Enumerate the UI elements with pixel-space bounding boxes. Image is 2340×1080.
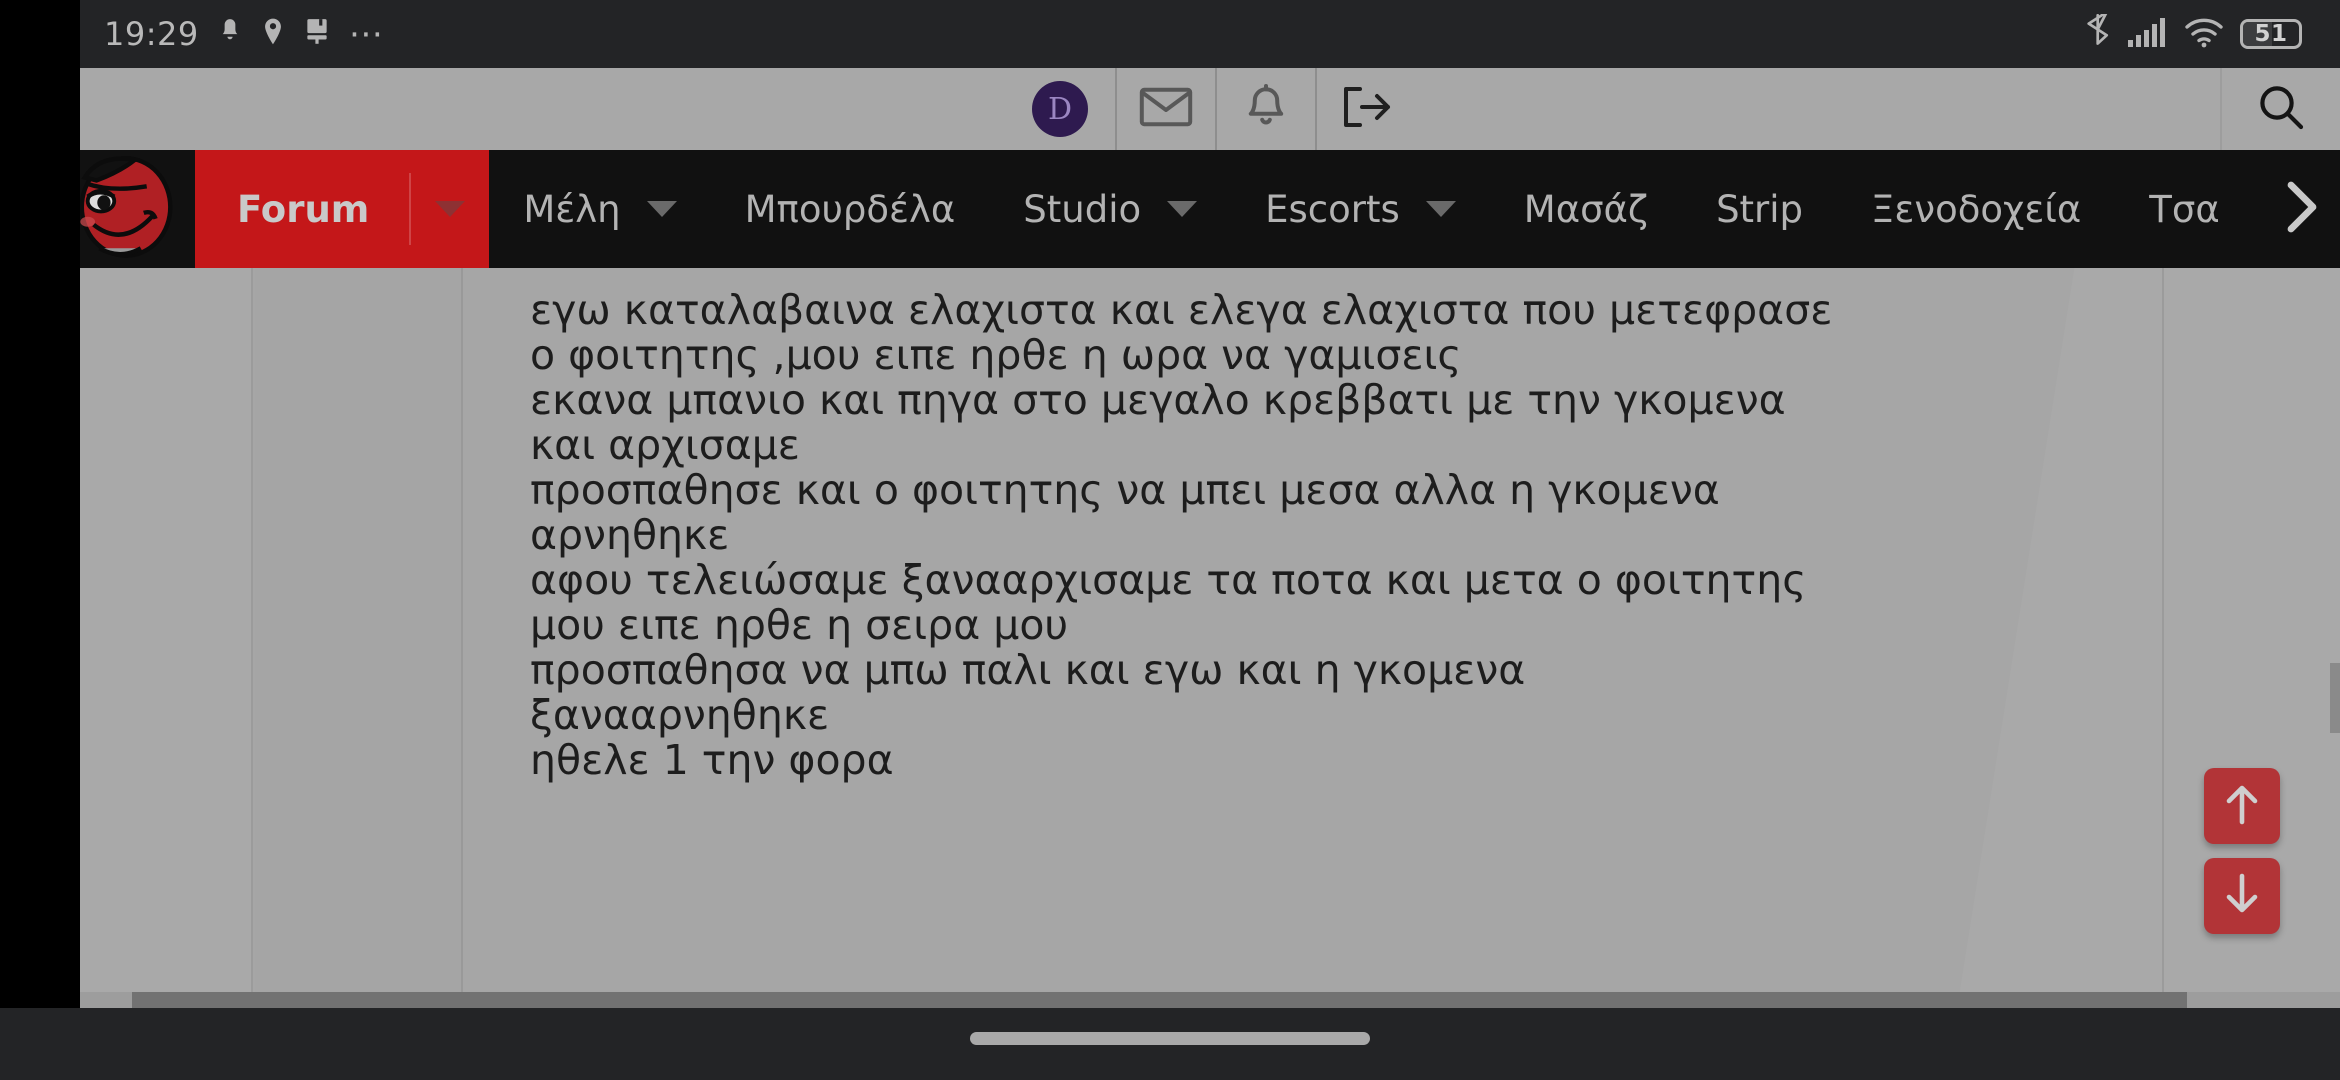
post-line: ο φοιτητης ,μου ειπε ηρθε η ωρα να γαμισ… (530, 331, 1462, 379)
post-text-block: εγω καταλαβαινα ελαχιστα και ελεγα ελαχι… (530, 288, 2130, 783)
cellular-signal-icon (2128, 16, 2168, 52)
inbox-button[interactable] (1115, 68, 1215, 150)
avatar-initial: D (1047, 91, 1073, 127)
nav-item-meli[interactable]: Μέλη (489, 150, 710, 268)
site-user-bar: D (80, 68, 2340, 150)
bell-icon (217, 17, 243, 51)
arrow-down-icon (2222, 872, 2262, 920)
horizontal-scrollbar[interactable] (80, 992, 2340, 1008)
nav-item-bourdela[interactable]: Μπουρδέλα (711, 150, 990, 268)
status-bar-left-group: 19:29 ⋯ (104, 0, 386, 68)
nav-item-label: Forum (237, 187, 370, 231)
nav-item-forum[interactable]: Forum (195, 150, 490, 268)
logout-icon (1340, 85, 1392, 133)
nav-dropdown-toggle[interactable] (411, 201, 489, 217)
nav-item-label: Μπουρδέλα (744, 187, 956, 231)
user-bar-icon-group: D (1005, 68, 1415, 150)
scroll-to-top-button[interactable] (2204, 768, 2280, 844)
home-gesture-pill[interactable] (970, 1032, 1370, 1045)
status-bar-clock: 19:29 (104, 15, 199, 53)
arrow-up-icon (2222, 782, 2262, 830)
post-line: ξανααρνηθηκε (530, 691, 830, 739)
android-status-bar: 19:29 ⋯ 51 (0, 0, 2340, 68)
nav-item-label: Studio (1023, 187, 1142, 231)
browser-viewport: D Forum Μέλη Μπουρδέλα Studio Escorts Μα… (80, 68, 2340, 1008)
chevron-down-icon (1425, 201, 1456, 217)
chevron-down-icon (1167, 201, 1198, 217)
screenshot-icon (303, 17, 331, 51)
search-button[interactable] (2220, 68, 2340, 150)
nav-scroll-right-button[interactable] (2262, 150, 2340, 268)
post-body: εγω καταλαβαινα ελαχιστα και ελεγα ελαχι… (465, 268, 2160, 1008)
avatar: D (1032, 81, 1088, 137)
chevron-down-icon (646, 201, 677, 217)
bluetooth-icon (2086, 10, 2112, 54)
nav-item-label: Strip (1716, 187, 1804, 231)
chevron-right-icon (2281, 179, 2321, 239)
post-line: μου ειπε ηρθε η σειρα μου (530, 601, 1069, 649)
android-gesture-nav-bar (0, 1008, 2340, 1080)
scroll-to-bottom-button[interactable] (2204, 858, 2280, 934)
avatar-button[interactable]: D (1005, 68, 1115, 150)
battery-icon: 51 (2240, 19, 2302, 49)
nav-item-tsa[interactable]: Τσα (2115, 150, 2253, 268)
location-pin-icon (261, 17, 285, 51)
post-line: αρνηθηκε (530, 511, 730, 559)
nav-item-strip[interactable]: Strip (1682, 150, 1837, 268)
post-line: εκανα μπανιο και πηγα στο μεγαλο κρεββατ… (530, 376, 1786, 424)
battery-percent: 51 (2254, 21, 2288, 47)
nav-item-masaz[interactable]: Μασάζ (1490, 150, 1682, 268)
chevron-down-icon (435, 201, 466, 217)
site-logo[interactable] (80, 150, 195, 268)
status-bar-left-gutter (0, 0, 80, 68)
status-bar-right-group: 51 (2086, 0, 2302, 68)
wifi-icon (2184, 16, 2224, 52)
page-content: εγω καταλαβαινα ελαχιστα και ελεγα ελαχι… (80, 268, 2340, 1008)
post-line: και αρχισαμε (530, 421, 800, 469)
device-screen: 19:29 ⋯ 51 D Forum Μέλη Μπουρδέλα Studio… (0, 0, 2340, 1080)
mail-icon (1139, 87, 1193, 131)
nav-item-label: Escorts (1265, 187, 1400, 231)
logout-button[interactable] (1315, 68, 1415, 150)
post-line: εγω καταλαβαινα ελαχιστα και ελεγα ελαχι… (530, 286, 1833, 334)
post-line: προσπαθησα να μπω παλι και εγω και η γκο… (530, 646, 1526, 694)
search-icon (2257, 83, 2305, 135)
main-nav-bar: Forum Μέλη Μπουρδέλα Studio Escorts Μασά… (80, 150, 2340, 268)
post-line: αφου τελειώσαμε ξανααρχισαμε τα ποτα και… (530, 556, 1807, 604)
nav-item-label: Μασάζ (1523, 187, 1649, 231)
nav-item-label: Τσα (2149, 187, 2220, 231)
nav-item-label: Μέλη (523, 187, 621, 231)
nav-item-label: Ξενοδοχεία (1871, 187, 2082, 231)
nav-item-studio[interactable]: Studio (989, 150, 1231, 268)
bell-icon (1244, 84, 1288, 134)
nav-item-escorts[interactable]: Escorts (1231, 150, 1490, 268)
devil-mascot-logo-icon (80, 150, 195, 268)
content-left-rail (80, 268, 253, 1008)
horizontal-scrollbar-thumb[interactable] (132, 992, 2187, 1008)
floating-scroll-controls (2204, 768, 2280, 934)
post-sidebar-column (255, 268, 463, 1008)
alerts-button[interactable] (1215, 68, 1315, 150)
overflow-dots-icon: ⋯ (348, 14, 386, 54)
post-line: προσπαθησε και ο φοιτητης να μπει μεσα α… (530, 466, 1720, 514)
nav-item-xenodoxeia[interactable]: Ξενοδοχεία (1837, 150, 2115, 268)
post-line: ηθελε 1 την φορα (530, 736, 894, 784)
vertical-scrollbar-thumb[interactable] (2330, 663, 2340, 733)
